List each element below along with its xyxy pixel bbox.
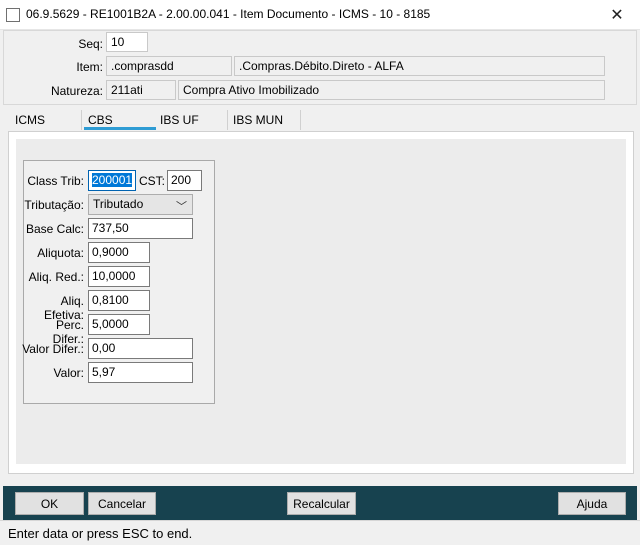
natureza-code-field[interactable]: 211ati bbox=[106, 80, 176, 100]
tributacao-select[interactable]: Tributado ﹀ bbox=[88, 194, 193, 215]
aliq-red-label: Aliq. Red.: bbox=[28, 270, 84, 284]
valor-difer-label: Valor Difer.: bbox=[22, 342, 84, 356]
app-icon bbox=[6, 8, 20, 22]
chevron-down-icon: ﹀ bbox=[176, 201, 187, 213]
item-code-field[interactable]: .comprasdd bbox=[106, 56, 232, 76]
valor-input[interactable]: 5,97 bbox=[88, 362, 193, 383]
class-trib-value: 200001 bbox=[92, 173, 133, 187]
natureza-label: Natureza: bbox=[50, 84, 103, 98]
tab-separator bbox=[81, 110, 82, 130]
tab-strip: ICMS CBS IBS UF IBS MUN bbox=[3, 110, 637, 131]
class-trib-input[interactable]: 200001 bbox=[88, 170, 136, 191]
recalculate-button[interactable]: Recalcular bbox=[287, 492, 356, 515]
natureza-description-field: Compra Ativo Imobilizado bbox=[178, 80, 605, 100]
tab-ibs-mun[interactable]: IBS MUN bbox=[233, 110, 301, 130]
aliq-red-input[interactable]: 10,0000 bbox=[88, 266, 150, 287]
seq-label: Seq: bbox=[78, 37, 103, 51]
help-button[interactable]: Ajuda bbox=[558, 492, 626, 515]
base-calc-input[interactable]: 737,50 bbox=[88, 218, 193, 239]
class-trib-label: Class Trib: bbox=[27, 174, 84, 188]
cst-input[interactable]: 200 bbox=[167, 170, 202, 191]
ok-button[interactable]: OK bbox=[15, 492, 84, 515]
tab-separator bbox=[227, 110, 228, 130]
base-calc-label: Base Calc: bbox=[25, 222, 84, 236]
title-bar: 06.9.5629 - RE1001B2A - 2.00.00.041 - It… bbox=[0, 0, 640, 30]
tributacao-label: Tributação: bbox=[24, 198, 84, 212]
tab-icms[interactable]: ICMS bbox=[15, 110, 75, 130]
window-title: 06.9.5629 - RE1001B2A - 2.00.00.041 - It… bbox=[26, 7, 431, 21]
status-text: Enter data or press ESC to end. bbox=[8, 526, 193, 541]
seq-field[interactable]: 10 bbox=[106, 32, 148, 52]
tributacao-value: Tributado bbox=[93, 197, 144, 211]
perc-difer-input[interactable]: 5,0000 bbox=[88, 314, 150, 335]
close-icon[interactable]: ✕ bbox=[594, 0, 640, 30]
item-description-field: .Compras.Débito.Direto - ALFA bbox=[234, 56, 605, 76]
tab-separator bbox=[300, 110, 301, 130]
aliq-efetiva-input[interactable]: 0,8100 bbox=[88, 290, 150, 311]
aliquota-input[interactable]: 0,9000 bbox=[88, 242, 150, 263]
tab-cbs[interactable]: CBS bbox=[84, 110, 156, 130]
cancel-button[interactable]: Cancelar bbox=[88, 492, 156, 515]
aliquota-label: Aliquota: bbox=[37, 246, 84, 260]
item-label: Item: bbox=[76, 60, 103, 74]
valor-difer-input[interactable]: 0,00 bbox=[88, 338, 193, 359]
status-bar: Enter data or press ESC to end. bbox=[0, 520, 640, 545]
tab-ibs-uf[interactable]: IBS UF bbox=[160, 110, 220, 130]
valor-label: Valor: bbox=[53, 366, 84, 380]
cst-label: CST: bbox=[139, 174, 166, 188]
